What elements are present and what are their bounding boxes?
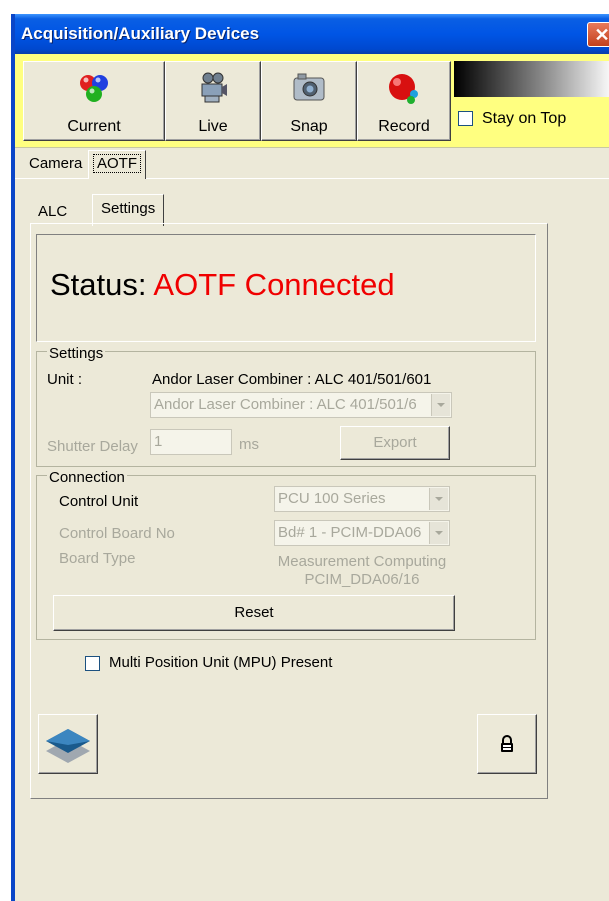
board-type-line2: PCIM_DDA06/16	[304, 571, 420, 588]
layers-button[interactable]	[38, 714, 98, 774]
stay-on-top-label: Stay on Top	[482, 110, 567, 127]
shutter-delay-unit: ms	[239, 436, 259, 453]
status-value: AOTF Connected	[153, 267, 395, 302]
live-button-label: Live	[198, 118, 228, 135]
chevron-down-icon	[429, 488, 448, 510]
lock-icon	[499, 734, 515, 758]
chevron-down-icon	[429, 522, 448, 544]
window-title: Acquisition/Auxiliary Devices	[21, 24, 260, 43]
unit-label: Unit :	[47, 371, 83, 388]
tab-aotf-label: AOTF	[93, 154, 141, 173]
board-type-line1: Measurement Computing	[277, 553, 447, 570]
connection-legend: Connection	[47, 469, 127, 486]
control-unit-label: Control Unit	[59, 493, 139, 510]
status-text: Status: AOTF Connected	[50, 267, 395, 303]
snap-button[interactable]: Snap	[261, 61, 357, 141]
snap-button-label: Snap	[290, 118, 328, 135]
chevron-down-icon	[431, 394, 450, 416]
stay-on-top-option[interactable]: Stay on Top	[458, 110, 566, 128]
unit-select-value: Andor Laser Combiner : ALC 401/501/6	[154, 396, 417, 413]
live-button[interactable]: Live	[165, 61, 261, 141]
record-button-label: Record	[378, 118, 430, 135]
unit-value: Andor Laser Combiner : ALC 401/501/601	[152, 371, 432, 388]
tab-aotf[interactable]: AOTF	[88, 150, 146, 179]
reset-button[interactable]: Reset	[53, 595, 455, 631]
board-type-label: Board Type	[59, 550, 136, 567]
status-box: Status: AOTF Connected	[36, 234, 536, 342]
close-button[interactable]: ✕	[587, 22, 609, 47]
tab-alc[interactable]: ALC	[30, 200, 75, 224]
control-unit-select[interactable]: PCU 100 Series	[274, 486, 450, 512]
status-label: Status:	[50, 267, 147, 302]
mpu-option[interactable]: Multi Position Unit (MPU) Present	[85, 654, 332, 671]
current-button-label: Current	[67, 118, 121, 135]
unit-select[interactable]: Andor Laser Combiner : ALC 401/501/6	[150, 392, 452, 418]
layers-icon	[44, 725, 92, 769]
tab-camera[interactable]: Camera	[25, 152, 86, 176]
rgb-spheres-icon	[77, 72, 111, 110]
record-button[interactable]: Record	[357, 61, 451, 141]
control-board-select[interactable]: Bd# 1 - PCIM-DDA06	[274, 520, 450, 546]
settings-legend: Settings	[47, 345, 106, 362]
current-button[interactable]: Current	[23, 61, 165, 141]
photo-camera-icon	[292, 72, 326, 106]
shutter-delay-label: Shutter Delay	[47, 438, 138, 455]
shutter-delay-input[interactable]: 1	[150, 429, 232, 455]
mpu-checkbox[interactable]	[85, 655, 100, 671]
device-tab-row: Camera AOTF	[15, 148, 609, 179]
acquisition-window: Acquisition/Auxiliary Devices ✕ Current	[11, 14, 609, 901]
aotf-tab-row: ALC Settings	[30, 194, 550, 226]
tab-settings[interactable]: Settings	[92, 194, 165, 226]
toolbar: Current Live Snap Record Stay on Top	[15, 54, 609, 148]
control-board-no-label: Control Board No	[59, 525, 175, 542]
mpu-label: Multi Position Unit (MPU) Present	[109, 654, 333, 671]
video-camera-icon	[198, 72, 228, 108]
settings-group: Settings Unit : Andor Laser Combiner : A…	[36, 345, 536, 467]
lock-button[interactable]	[477, 714, 537, 774]
connection-group: Connection Control Unit PCU 100 Series C…	[36, 469, 536, 640]
control-unit-value: PCU 100 Series	[278, 490, 386, 507]
stay-on-top-checkbox[interactable]	[458, 111, 473, 127]
export-button[interactable]: Export	[340, 426, 450, 460]
intensity-gradient-bar	[454, 61, 609, 97]
control-board-value: Bd# 1 - PCIM-DDA06	[278, 524, 422, 541]
record-sphere-icon	[387, 72, 421, 110]
title-bar[interactable]: Acquisition/Auxiliary Devices ✕	[15, 14, 609, 54]
